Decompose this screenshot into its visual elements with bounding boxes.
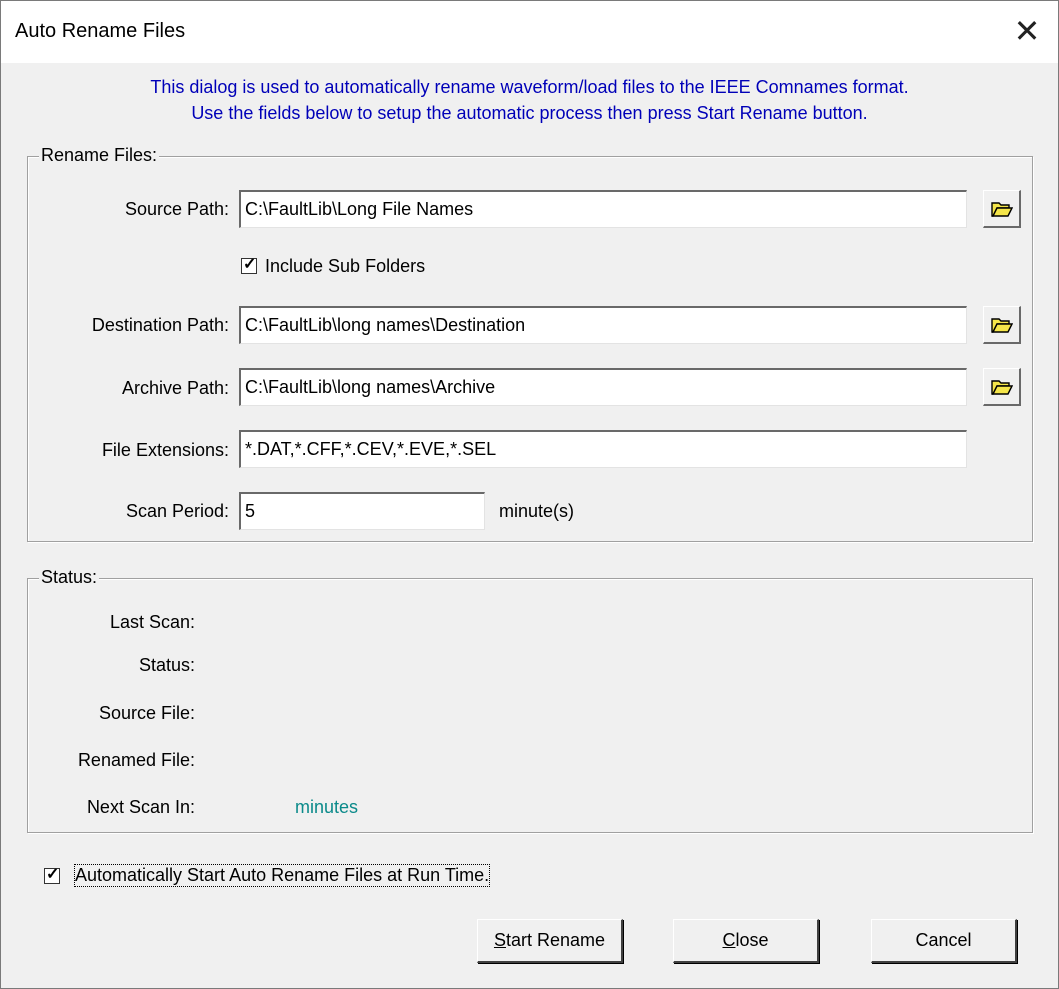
next-scan-label: Next Scan In: — [86, 797, 195, 817]
auto-start-checkbox[interactable]: ✓ — [44, 866, 60, 884]
close-label: lose — [735, 930, 769, 950]
archive-browse-button[interactable] — [983, 368, 1021, 406]
destination-path-label: Destination Path: — [91, 315, 229, 335]
include-sub-folders-check-icon: ✓ — [243, 256, 257, 273]
window-title: Auto Rename Files — [15, 20, 186, 42]
start-rename-label: tart Rename — [505, 930, 606, 950]
source-file-label: Source File: — [98, 703, 195, 723]
folder-open-icon — [991, 202, 1013, 217]
destination-browse-button[interactable] — [983, 306, 1021, 344]
archive-path-label: Archive Path: — [121, 378, 229, 398]
include-sub-folders-label: Include Sub Folders — [265, 256, 426, 276]
file-extensions-label: File Extensions: — [101, 440, 229, 460]
scan-period-unit: minute(s) — [499, 501, 575, 521]
include-sub-folders-checkbox[interactable]: ✓ — [241, 256, 257, 274]
source-path-input[interactable] — [239, 190, 967, 228]
archive-path-input[interactable] — [239, 368, 967, 406]
start-rename-button[interactable]: Start Rename — [477, 919, 623, 963]
last-scan-label: Last Scan: — [109, 612, 195, 632]
next-scan-unit: minutes — [295, 797, 359, 817]
status-label: Status: — [138, 655, 195, 675]
rename-files-legend: Rename Files: — [39, 145, 160, 166]
close-button[interactable]: Close — [673, 919, 819, 963]
title-bar[interactable]: Auto Rename Files ✕ — [1, 1, 1058, 63]
auto-start-check-icon: ✓ — [46, 866, 60, 883]
folder-open-icon — [991, 318, 1013, 333]
scan-period-label: Scan Period: — [125, 501, 229, 521]
source-browse-button[interactable] — [983, 190, 1021, 228]
intro-line-1: This dialog is used to automatically ren… — [150, 77, 909, 97]
close-icon[interactable]: ✕ — [996, 1, 1058, 63]
source-path-label: Source Path: — [124, 199, 229, 219]
scan-period-input[interactable] — [239, 492, 485, 530]
auto-rename-dialog: Auto Rename Files ✕ This dialog is used … — [0, 0, 1059, 989]
close-mnemonic: C — [722, 930, 736, 950]
status-legend: Status: — [39, 567, 100, 588]
cancel-label: Cancel — [915, 930, 972, 950]
file-extensions-input[interactable] — [239, 430, 967, 468]
auto-start-label: Automatically Start Auto Rename Files at… — [73, 864, 491, 887]
intro-line-2: Use the fields below to setup the automa… — [191, 103, 868, 123]
cancel-button[interactable]: Cancel — [871, 919, 1017, 963]
destination-path-input[interactable] — [239, 306, 967, 344]
renamed-file-label: Renamed File: — [77, 750, 195, 770]
folder-open-icon — [991, 380, 1013, 395]
start-rename-mnemonic: S — [493, 930, 506, 950]
